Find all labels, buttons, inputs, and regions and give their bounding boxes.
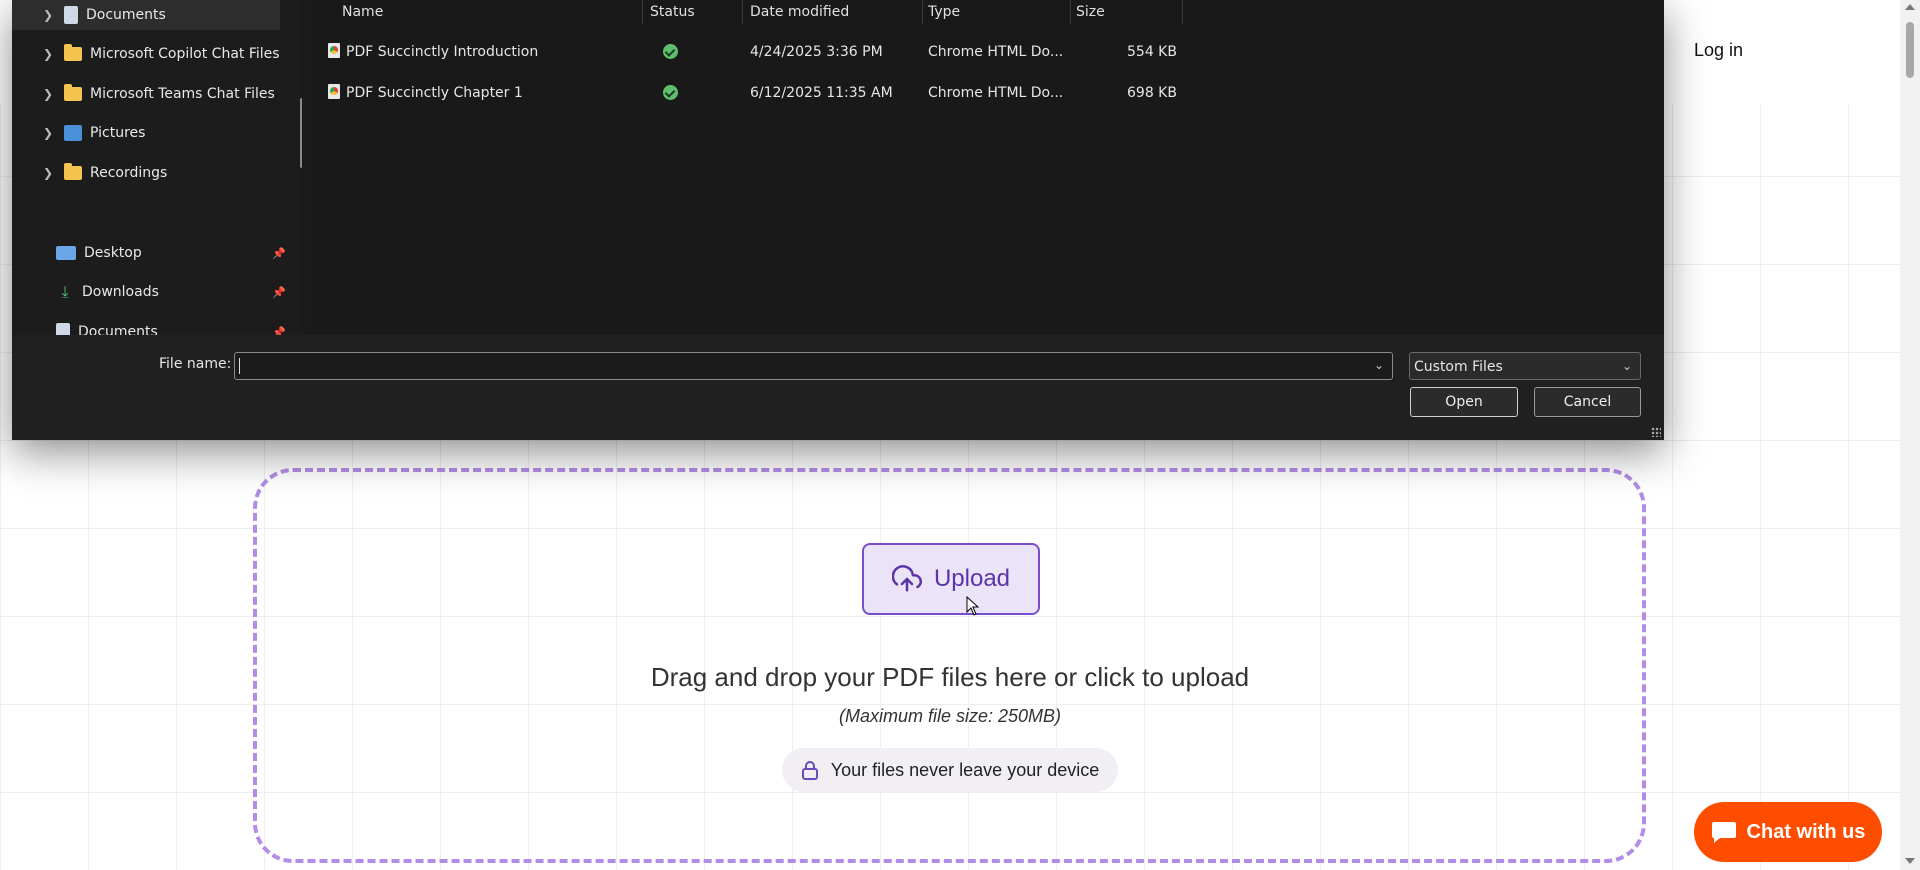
column-separator[interactable] (1070, 0, 1071, 24)
quick-access-downloads[interactable]: ⤓ Downloads 📌 (56, 277, 286, 307)
folder-icon (64, 44, 82, 61)
privacy-badge: Your files never leave your device (782, 748, 1118, 792)
file-type: Chrome HTML Do... (928, 85, 1064, 101)
file-row[interactable]: PDF Succinctly Introduction 4/24/2025 3:… (328, 37, 1328, 67)
column-separator[interactable] (742, 0, 743, 24)
nav-item-documents[interactable]: ❯ Documents (40, 0, 166, 30)
chevron-right-icon[interactable]: ❯ (40, 47, 56, 61)
mouse-cursor-icon (966, 596, 980, 616)
nav-item-pictures[interactable]: ❯ Pictures (40, 118, 145, 148)
file-name-label: File name: (159, 356, 232, 372)
file-open-dialog: ❯ Documents ❯ Microsoft Copilot Chat Fil… (12, 0, 1664, 440)
upload-button[interactable]: Upload (862, 543, 1040, 615)
pictures-icon (64, 125, 82, 141)
quick-access-documents[interactable]: Documents 📌 (56, 317, 286, 335)
quick-access-label: Documents (78, 324, 158, 335)
column-separator[interactable] (642, 0, 643, 24)
document-icon (56, 323, 70, 335)
pin-icon[interactable]: 📌 (272, 247, 286, 260)
max-size-text: (Maximum file size: 250MB) (838, 706, 1062, 726)
column-header-status[interactable]: Status (650, 0, 695, 24)
file-name: PDF Succinctly Chapter 1 (346, 85, 523, 101)
quick-access-label: Desktop (84, 245, 142, 261)
file-list-pane: Name Status Date modified Type Size PDF … (314, 0, 1664, 335)
chevron-down-icon[interactable]: ⌄ (1374, 358, 1384, 372)
nav-item-recordings[interactable]: ❯ Recordings (40, 158, 167, 188)
chat-button[interactable]: Chat with us (1694, 802, 1882, 862)
folder-icon (64, 84, 82, 101)
upload-button-label: Upload (933, 565, 1011, 592)
scroll-down-icon[interactable] (1905, 858, 1915, 864)
quick-access-label: Downloads (82, 284, 159, 300)
resize-grip-icon[interactable] (1651, 427, 1661, 437)
column-header-type[interactable]: Type (928, 0, 960, 24)
column-separator[interactable] (922, 0, 923, 24)
navigation-pane: ❯ Documents ❯ Microsoft Copilot Chat Fil… (12, 0, 302, 335)
nav-item-copilot-chat-files[interactable]: ❯ Microsoft Copilot Chat Files (40, 39, 280, 69)
sync-status-icon (663, 85, 678, 100)
download-icon: ⤓ (61, 282, 69, 301)
open-button[interactable]: Open (1410, 387, 1518, 417)
login-link[interactable]: Log in (1694, 40, 1743, 61)
nav-item-label: Recordings (90, 165, 168, 181)
chevron-right-icon[interactable]: ❯ (40, 87, 56, 101)
file-name-input[interactable]: ⌄ (234, 352, 1393, 380)
cloud-upload-icon (891, 565, 922, 592)
nav-item-label: Microsoft Copilot Chat Files (90, 46, 280, 62)
quick-access-desktop[interactable]: Desktop 📌 (56, 238, 286, 268)
pin-icon[interactable]: 📌 (272, 286, 286, 299)
file-date: 4/24/2025 3:36 PM (750, 44, 883, 60)
pane-divider[interactable] (302, 0, 314, 335)
chevron-down-icon[interactable]: ⌄ (1622, 359, 1632, 373)
file-type-filter[interactable]: Custom Files ⌄ (1409, 352, 1641, 380)
chrome-html-file-icon (328, 43, 340, 58)
file-size: 698 KB (1127, 85, 1177, 101)
nav-item-teams-chat-files[interactable]: ❯ Microsoft Teams Chat Files (40, 79, 275, 109)
nav-item-label: Documents (86, 7, 166, 23)
desktop-icon (56, 246, 76, 260)
cancel-button[interactable]: Cancel (1534, 387, 1641, 417)
chat-bubble-icon (1711, 822, 1736, 843)
dialog-footer: File name: ⌄ Custom Files ⌄ Open Cancel (12, 335, 1664, 440)
file-name: PDF Succinctly Introduction (346, 44, 539, 60)
file-size: 554 KB (1127, 44, 1177, 60)
scrollbar-thumb[interactable] (1906, 22, 1914, 78)
chat-button-label: Chat with us (1746, 820, 1866, 843)
column-header-date-modified[interactable]: Date modified (750, 0, 849, 24)
column-header-name[interactable]: Name (342, 0, 383, 24)
chrome-html-file-icon (328, 84, 340, 99)
nav-item-label: Pictures (90, 125, 146, 141)
document-icon (64, 6, 78, 24)
column-separator[interactable] (1182, 0, 1183, 24)
nav-item-label: Microsoft Teams Chat Files (90, 86, 275, 102)
lock-icon (801, 761, 818, 780)
drag-drop-text: Drag and drop your PDF files here or cli… (650, 662, 1250, 692)
chevron-right-icon[interactable]: ❯ (40, 166, 56, 180)
sync-status-icon (663, 44, 678, 59)
column-header-size[interactable]: Size (1076, 0, 1105, 24)
folder-icon (64, 163, 82, 180)
file-type-filter-value: Custom Files (1414, 359, 1503, 375)
file-row[interactable]: PDF Succinctly Chapter 1 6/12/2025 11:35… (328, 78, 1328, 108)
file-date: 6/12/2025 11:35 AM (750, 85, 893, 101)
chevron-right-icon[interactable]: ❯ (40, 126, 56, 140)
text-caret (239, 358, 240, 374)
privacy-text: Your files never leave your device (830, 759, 1100, 780)
page-scrollbar[interactable] (1900, 0, 1920, 870)
chevron-right-icon[interactable]: ❯ (40, 8, 56, 22)
scroll-up-icon[interactable] (1905, 4, 1915, 10)
file-type: Chrome HTML Do... (928, 44, 1064, 60)
pin-icon[interactable]: 📌 (272, 326, 286, 336)
